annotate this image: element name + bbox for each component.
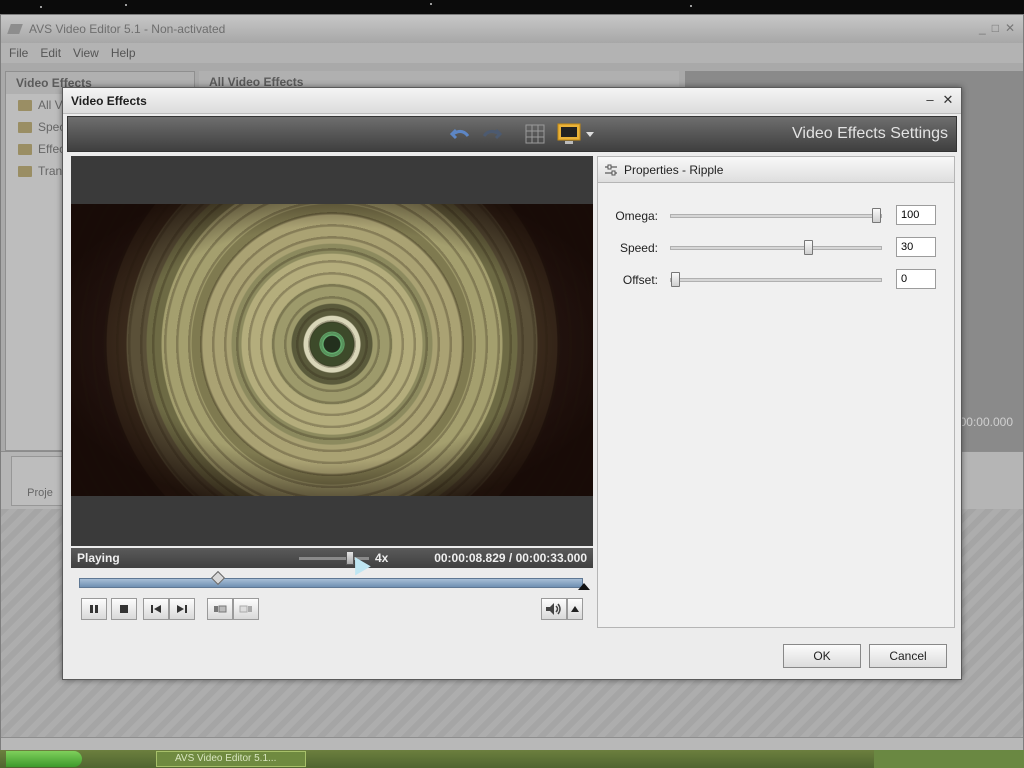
ok-button[interactable]: OK [783,644,861,668]
playback-status: Playing [77,551,120,565]
bg-close-icon[interactable]: ✕ [1005,21,1015,35]
dropdown-arrow-icon[interactable] [583,123,597,145]
offset-label: Offset: [622,273,658,287]
omega-label: Omega: [615,209,658,223]
speed-input[interactable] [896,237,936,257]
seek-bar[interactable] [79,570,590,590]
monitor-icon[interactable] [556,123,582,145]
dialog-title: Video Effects [71,93,147,108]
star [430,3,432,5]
omega-row: Omega: [598,205,954,227]
speaker-icon [546,603,561,615]
mark-in-button[interactable] [207,598,233,620]
properties-panel: Properties - Ripple Omega: Speed: Offset… [597,156,955,628]
undo-icon[interactable] [448,123,472,145]
speed-row: Speed: [598,237,954,259]
offset-row: Offset: [598,269,954,291]
skip-back-icon [151,605,161,613]
bg-menubar: File Edit View Help [1,43,1023,63]
timecode: 00:00:08.829 / 00:00:33.000 [434,551,587,565]
star [40,6,42,8]
skip-forward-icon [177,605,187,613]
cancel-button[interactable]: Cancel [869,644,947,668]
menu-help[interactable]: Help [111,46,136,60]
omega-slider[interactable] [670,208,882,223]
stop-button[interactable] [111,598,137,620]
video-effects-dialog: Video Effects – ✕ Video Effects Settings… [62,87,962,680]
bg-project-button[interactable]: Proje [11,456,69,506]
bg-window-controls: _ □ ✕ [979,21,1015,35]
menu-view[interactable]: View [73,46,99,60]
time-total: 00:00:33.000 [515,551,587,565]
system-tray [874,750,1024,768]
properties-icon [605,164,617,175]
folder-icon [18,121,32,133]
bg-titlebar: AVS Video Editor 5.1 - Non-activated [1,15,1023,43]
time-current: 00:00:08.829 [434,551,506,565]
offset-input[interactable] [896,269,936,289]
previous-frame-button[interactable] [143,598,169,620]
menu-edit[interactable]: Edit [40,46,61,60]
pause-icon [90,605,98,613]
speed-param-slider-thumb[interactable] [804,240,813,255]
omega-input[interactable] [896,205,936,225]
start-button[interactable] [6,751,82,767]
mark-out-button[interactable] [233,598,259,620]
folder-icon [18,143,32,155]
dialog-window-controls: – ✕ [923,92,955,108]
video-preview: Playing 4x 00:00:08.829 / 00:00:33.000 [71,156,593,568]
next-frame-button[interactable] [169,598,195,620]
redo-icon[interactable] [480,123,504,145]
taskbar-item[interactable]: AVS Video Editor 5.1... [156,751,306,767]
time-separator: / [508,551,513,565]
omega-slider-thumb[interactable] [872,208,881,223]
properties-title: Properties - Ripple [624,162,724,177]
pause-button[interactable] [81,598,107,620]
speed-param-label: Speed: [619,241,658,255]
stop-icon [120,605,128,613]
offset-slider-thumb[interactable] [671,272,680,287]
volume-button[interactable] [541,598,567,620]
speed-label: 4x [375,551,389,565]
video-frame [71,204,593,496]
folder-icon [18,165,32,177]
mark-out-icon [239,605,252,613]
minimize-icon[interactable]: – [923,92,937,108]
settings-title: Video Effects Settings [792,125,948,142]
seek-thumb[interactable] [210,570,226,586]
menu-file[interactable]: File [9,46,28,60]
bg-timecode: 00:00.000 [959,415,1013,429]
grid-icon[interactable] [523,123,547,145]
volume-dropdown-button[interactable] [567,598,583,620]
arrow-up-icon [571,606,579,612]
app-logo-icon [7,24,23,34]
mark-in-icon [214,605,227,613]
offset-slider[interactable] [670,272,882,287]
properties-header: Properties - Ripple [598,157,954,183]
seek-end-marker [578,583,590,590]
playback-status-bar: Playing 4x 00:00:08.829 / 00:00:33.000 [71,548,593,568]
speed-param-slider[interactable] [670,240,882,255]
bg-app-title: AVS Video Editor 5.1 - Non-activated [29,22,226,36]
video-vignette [71,204,593,496]
folder-icon [18,99,32,111]
dialog-titlebar: Video Effects [63,88,961,114]
star [125,4,127,6]
close-icon[interactable]: ✕ [941,92,955,108]
star [690,5,692,7]
taskbar: AVS Video Editor 5.1... [0,750,1024,768]
dialog-toolbar: Video Effects Settings [67,116,957,152]
bg-minimize-icon[interactable]: _ [979,21,986,35]
bg-scrollbar[interactable] [1,737,1023,751]
bg-maximize-icon[interactable]: □ [992,21,999,35]
